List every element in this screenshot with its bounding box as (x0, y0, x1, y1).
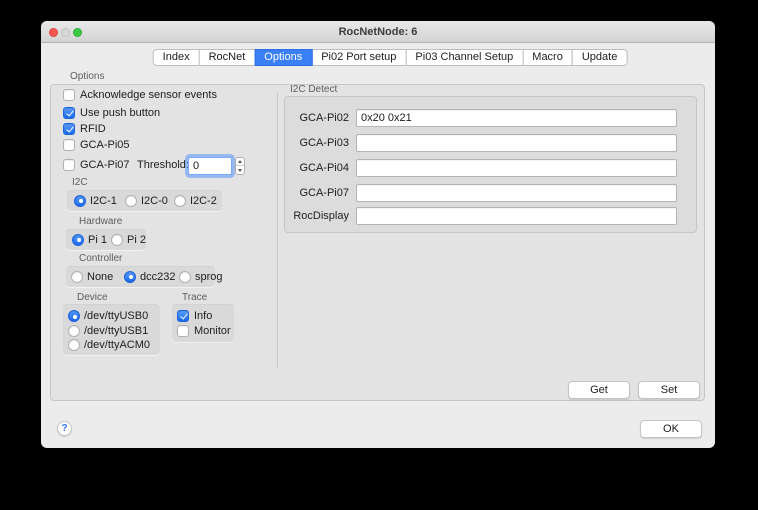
checkbox-icon[interactable] (177, 325, 189, 337)
checkbox-info[interactable]: Info (177, 309, 212, 323)
checkbox-label: RFID (80, 123, 106, 135)
controller-group-box: None dcc232 sprog (66, 266, 215, 287)
field-label: GCA-Pi04 (285, 159, 349, 177)
stepper-up-icon[interactable] (236, 158, 244, 166)
detect-row-gca-pi02: GCA-Pi02 (285, 109, 696, 127)
titlebar[interactable]: RocNetNode: 6 (41, 21, 715, 43)
stepper-down-icon[interactable] (236, 166, 244, 174)
device-group-label: Device (77, 292, 108, 303)
radio-pi-1[interactable]: Pi 1 (72, 234, 107, 246)
radio-dcc232[interactable]: dcc232 (124, 271, 175, 283)
help-button[interactable]: ? (57, 421, 72, 436)
checkbox-icon[interactable] (177, 310, 189, 322)
radio-icon[interactable] (74, 195, 86, 207)
detect-row-gca-pi04: GCA-Pi04 (285, 159, 696, 177)
radio-icon[interactable] (72, 234, 84, 246)
threshold-input[interactable] (188, 157, 232, 175)
threshold-label: Threshold: (137, 158, 189, 172)
radio-pi-2[interactable]: Pi 2 (111, 234, 146, 246)
device-group-box: /dev/ttyUSB0 /dev/ttyUSB1 /dev/ttyACM0 (63, 304, 160, 355)
checkbox-label: GCA-Pi05 (80, 139, 130, 151)
checkbox-icon[interactable] (63, 107, 75, 119)
radio-dev-ttyusb0[interactable]: /dev/ttyUSB0 (68, 310, 148, 322)
tab-pi02-port-setup[interactable]: Pi02 Port setup (311, 49, 406, 66)
window-title: RocNetNode: 6 (41, 21, 715, 43)
tab-rocnet[interactable]: RocNet (199, 49, 256, 66)
hardware-group-label: Hardware (79, 216, 122, 227)
trace-group-box: Info Monitor (172, 304, 234, 342)
tab-pi03-channel-setup[interactable]: Pi03 Channel Setup (405, 49, 523, 66)
tab-update[interactable]: Update (572, 49, 627, 66)
radio-icon[interactable] (124, 271, 136, 283)
radio-icon[interactable] (68, 325, 80, 337)
radio-icon[interactable] (174, 195, 186, 207)
radio-sprog[interactable]: sprog (179, 271, 223, 283)
vertical-separator (277, 92, 278, 368)
tab-macro[interactable]: Macro (522, 49, 573, 66)
i2c-group-label: I2C (72, 177, 88, 188)
radio-dev-ttyusb1[interactable]: /dev/ttyUSB1 (68, 325, 148, 337)
rocnetnode-dialog: RocNetNode: 6 Index RocNet Options Pi02 … (41, 21, 715, 448)
i2c-detect-group-box: GCA-Pi02 GCA-Pi03 GCA-Pi04 GCA-Pi07 RocD… (284, 96, 697, 233)
field-label: GCA-Pi02 (285, 109, 349, 127)
checkbox-label: Use push button (80, 107, 160, 119)
checkbox-monitor[interactable]: Monitor (177, 324, 231, 338)
checkbox-rfid[interactable]: RFID (63, 122, 106, 136)
tab-options[interactable]: Options (254, 49, 312, 66)
checkbox-acknowledge-sensor-events[interactable]: Acknowledge sensor events (63, 88, 217, 102)
checkbox-icon[interactable] (63, 139, 75, 151)
radio-icon[interactable] (125, 195, 137, 207)
radio-i2c-0[interactable]: I2C-0 (125, 195, 168, 207)
set-button[interactable]: Set (638, 381, 700, 399)
radio-icon[interactable] (71, 271, 83, 283)
field-label: RocDisplay (285, 207, 349, 225)
gca-pi04-input[interactable] (356, 159, 677, 177)
tab-bar: Index RocNet Options Pi02 Port setup Pi0… (153, 49, 628, 66)
detect-row-rocdisplay: RocDisplay (285, 207, 696, 225)
radio-icon[interactable] (68, 310, 80, 322)
radio-none[interactable]: None (71, 271, 113, 283)
trace-group-label: Trace (182, 292, 207, 303)
detect-row-gca-pi07: GCA-Pi07 (285, 184, 696, 202)
radio-icon[interactable] (179, 271, 191, 283)
i2c-detect-group-label: I2C Detect (290, 84, 337, 95)
gca-pi02-input[interactable] (356, 109, 677, 127)
options-group-label: Options (70, 71, 104, 82)
radio-icon[interactable] (111, 234, 123, 246)
checkbox-label: GCA-Pi07 (80, 159, 130, 171)
i2c-group-box: I2C-1 I2C-0 I2C-2 (67, 190, 222, 211)
checkbox-icon[interactable] (63, 89, 75, 101)
field-label: GCA-Pi07 (285, 184, 349, 202)
checkbox-use-push-button[interactable]: Use push button (63, 106, 160, 120)
ok-button[interactable]: OK (640, 420, 702, 438)
field-label: GCA-Pi03 (285, 134, 349, 152)
rocdisplay-input[interactable] (356, 207, 677, 225)
detect-row-gca-pi03: GCA-Pi03 (285, 134, 696, 152)
radio-i2c-1[interactable]: I2C-1 (74, 195, 117, 207)
gca-pi07-input[interactable] (356, 184, 677, 202)
tab-index[interactable]: Index (153, 49, 200, 66)
checkbox-gca-pi05[interactable]: GCA-Pi05 (63, 138, 130, 152)
screen-background: RocNetNode: 6 Index RocNet Options Pi02 … (0, 0, 758, 510)
controller-group-label: Controller (79, 253, 122, 264)
gca-pi03-input[interactable] (356, 134, 677, 152)
radio-i2c-2[interactable]: I2C-2 (174, 195, 217, 207)
get-button[interactable]: Get (568, 381, 630, 399)
checkbox-gca-pi07[interactable]: GCA-Pi07 (63, 158, 130, 172)
checkbox-icon[interactable] (63, 159, 75, 171)
threshold-stepper[interactable] (235, 157, 245, 175)
checkbox-label: Acknowledge sensor events (80, 89, 217, 101)
checkbox-icon[interactable] (63, 123, 75, 135)
radio-icon[interactable] (68, 339, 80, 351)
radio-dev-ttyacm0[interactable]: /dev/ttyACM0 (68, 339, 150, 351)
hardware-group-box: Pi 1 Pi 2 (66, 229, 146, 250)
